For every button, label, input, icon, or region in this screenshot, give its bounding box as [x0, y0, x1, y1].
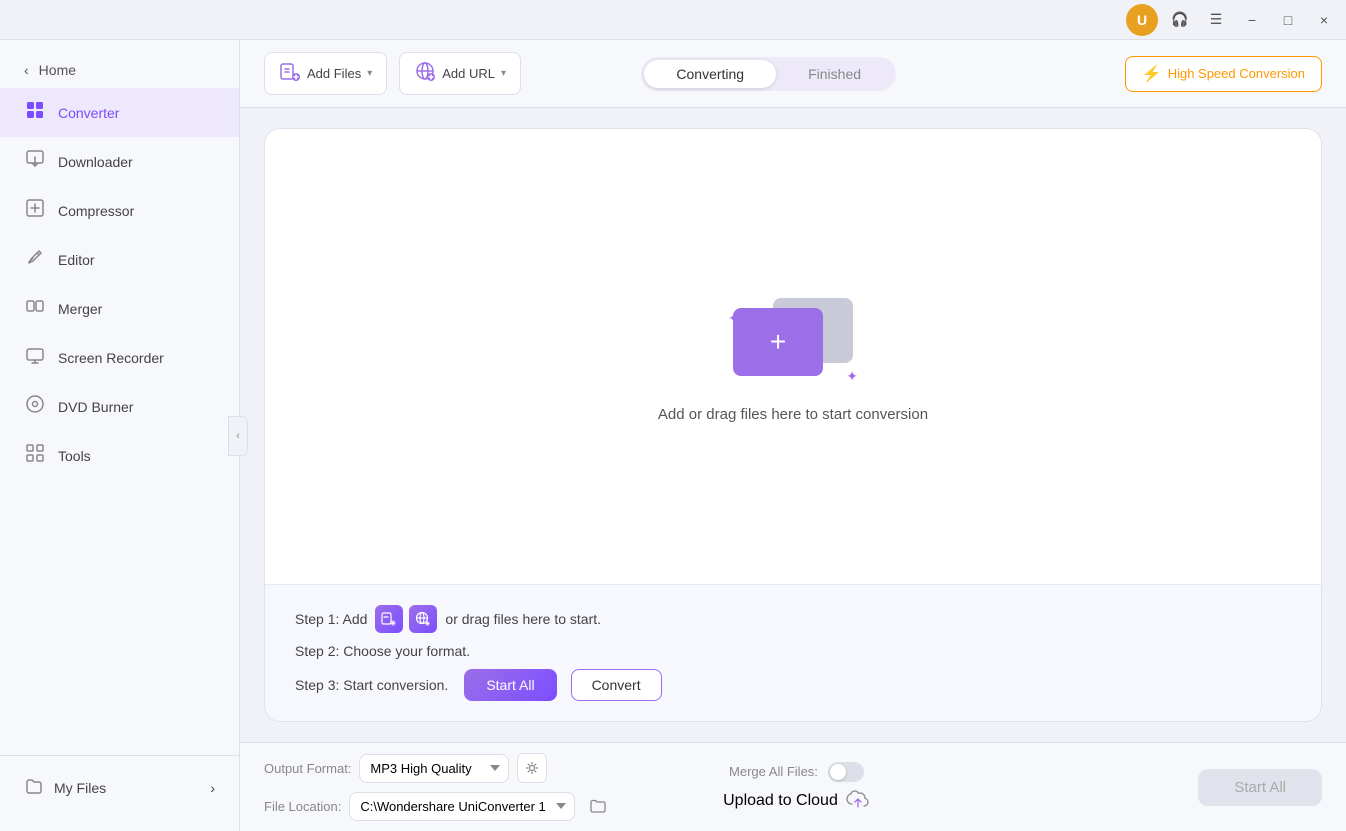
sidebar-collapse-button[interactable]: ‹ — [228, 416, 248, 456]
minimize-button[interactable]: − — [1238, 6, 1266, 34]
tools-icon — [24, 443, 46, 468]
sidebar-downloader-label: Downloader — [58, 154, 133, 170]
sidebar-item-tools[interactable]: Tools — [0, 431, 239, 480]
toggle-knob — [830, 764, 846, 780]
add-files-label: Add Files — [307, 66, 361, 81]
start-all-main-button[interactable]: Start All — [1198, 769, 1322, 806]
step-3-row: Step 3: Start conversion. Start All Conv… — [295, 669, 1291, 701]
folder-plus-icon: + — [770, 326, 786, 358]
dvd-burner-icon — [24, 394, 46, 419]
sparkle-icon-2: ✦ — [846, 368, 858, 385]
add-files-button[interactable]: Add Files ▾ — [264, 52, 387, 95]
sidebar-compressor-label: Compressor — [58, 203, 134, 219]
editor-icon — [24, 247, 46, 272]
drop-zone-text: Add or drag files here to start conversi… — [658, 406, 928, 423]
step-3-prefix: Step 3: Start conversion. — [295, 677, 448, 693]
merge-all-files-row: Merge All Files: — [729, 762, 864, 782]
browse-folder-button[interactable] — [583, 791, 613, 821]
headset-icon[interactable]: 🎧 — [1166, 6, 1194, 34]
step-2-row: Step 2: Choose your format. — [295, 643, 1291, 659]
sidebar-item-editor[interactable]: Editor — [0, 235, 239, 284]
add-url-button[interactable]: Add URL ▾ — [399, 52, 521, 95]
step-1-row: Step 1: Add — [295, 605, 1291, 633]
cloud-icon[interactable] — [846, 790, 870, 813]
sidebar-bottom: My Files › — [0, 755, 239, 819]
speed-label: High Speed Conversion — [1168, 66, 1305, 81]
bottom-bar: Output Format: MP3 High Quality MP4 AVI … — [240, 742, 1346, 831]
sidebar-item-dvd-burner[interactable]: DVD Burner — [0, 382, 239, 431]
start-all-button[interactable]: Start All — [464, 669, 556, 701]
menu-icon[interactable]: ☰ — [1202, 6, 1230, 34]
lightning-icon: ⚡ — [1142, 64, 1162, 84]
step-1-suffix: or drag files here to start. — [445, 611, 601, 627]
compressor-icon — [24, 198, 46, 223]
main-content: Add Files ▾ Add URL ▾ — [240, 40, 1346, 831]
app-body: ‹ Home Converter — [0, 40, 1346, 831]
step-1-prefix: Step 1: Add — [295, 611, 367, 627]
converter-icon — [24, 100, 46, 125]
convert-button[interactable]: Convert — [571, 669, 662, 701]
tab-converting[interactable]: Converting — [644, 60, 776, 88]
file-location-select[interactable]: C:\Wondershare UniConverter 1 — [349, 792, 575, 821]
downloader-icon — [24, 149, 46, 174]
title-bar: U 🎧 ☰ − □ × — [0, 0, 1346, 40]
sidebar-item-downloader[interactable]: Downloader — [0, 137, 239, 186]
output-format-label: Output Format: — [264, 761, 351, 776]
sidebar-editor-label: Editor — [58, 252, 95, 268]
upload-to-cloud-label: Upload to Cloud — [723, 792, 838, 810]
folder-main: + — [733, 308, 823, 376]
close-button[interactable]: × — [1310, 6, 1338, 34]
sidebar-merger-label: Merger — [58, 301, 102, 317]
sparkle-icon-1: ✦ — [728, 310, 740, 327]
step-1-add-url-icon — [409, 605, 437, 633]
add-url-chevron: ▾ — [501, 68, 506, 79]
sidebar-home-label: Home — [39, 62, 76, 78]
merger-icon — [24, 296, 46, 321]
add-url-label: Add URL — [442, 66, 495, 81]
steps-area: Step 1: Add — [264, 584, 1322, 722]
sidebar-dvd-burner-label: DVD Burner — [58, 399, 133, 415]
step-2-text: Step 2: Choose your format. — [295, 643, 470, 659]
sidebar-item-merger[interactable]: Merger — [0, 284, 239, 333]
sidebar-tools-label: Tools — [58, 448, 91, 464]
sidebar-screen-recorder-label: Screen Recorder — [58, 350, 164, 366]
format-settings-button[interactable] — [517, 753, 547, 783]
add-files-icon — [279, 60, 301, 87]
file-location-label: File Location: — [264, 799, 341, 814]
sidebar-item-converter[interactable]: Converter — [0, 88, 239, 137]
tab-finished[interactable]: Finished — [776, 60, 893, 88]
toolbar: Add Files ▾ Add URL ▾ — [240, 40, 1346, 108]
sidebar-item-home[interactable]: ‹ Home — [0, 52, 239, 88]
screen-recorder-icon — [24, 345, 46, 370]
drop-zone[interactable]: + ✦ ✦ Add or drag files here to start co… — [264, 128, 1322, 584]
maximize-button[interactable]: □ — [1274, 6, 1302, 34]
add-url-icon — [414, 60, 436, 87]
sidebar-wrapper: ‹ Home Converter — [0, 40, 240, 831]
my-files-icon — [24, 776, 44, 799]
file-location-row: File Location: C:\Wondershare UniConvert… — [264, 791, 613, 821]
folder-icon-wrapper: + ✦ ✦ — [733, 290, 853, 390]
add-files-chevron: ▾ — [367, 68, 372, 79]
high-speed-conversion-button[interactable]: ⚡ High Speed Conversion — [1125, 56, 1322, 92]
sidebar-item-my-files[interactable]: My Files › — [24, 768, 215, 807]
sidebar-converter-label: Converter — [58, 105, 119, 121]
chevron-left-icon: ‹ — [24, 62, 29, 78]
collapse-arrow-icon: ‹ — [236, 430, 240, 442]
user-avatar[interactable]: U — [1126, 4, 1158, 36]
step-1-icons — [375, 605, 437, 633]
sidebar: ‹ Home Converter — [0, 40, 240, 831]
upload-to-cloud-row: Upload to Cloud — [723, 790, 870, 813]
main-area: + ✦ ✦ Add or drag files here to start co… — [240, 108, 1346, 742]
output-format-select[interactable]: MP3 High Quality MP4 AVI MOV WAV AAC — [359, 754, 509, 783]
output-format-row: Output Format: MP3 High Quality MP4 AVI … — [264, 753, 613, 783]
sidebar-item-compressor[interactable]: Compressor — [0, 186, 239, 235]
tab-group: Converting Finished — [641, 57, 896, 91]
my-files-label: My Files — [54, 780, 106, 796]
merge-all-files-label: Merge All Files: — [729, 764, 818, 779]
merge-toggle[interactable] — [828, 762, 864, 782]
sidebar-item-screen-recorder[interactable]: Screen Recorder — [0, 333, 239, 382]
my-files-chevron: › — [210, 780, 215, 796]
step-1-add-file-icon — [375, 605, 403, 633]
